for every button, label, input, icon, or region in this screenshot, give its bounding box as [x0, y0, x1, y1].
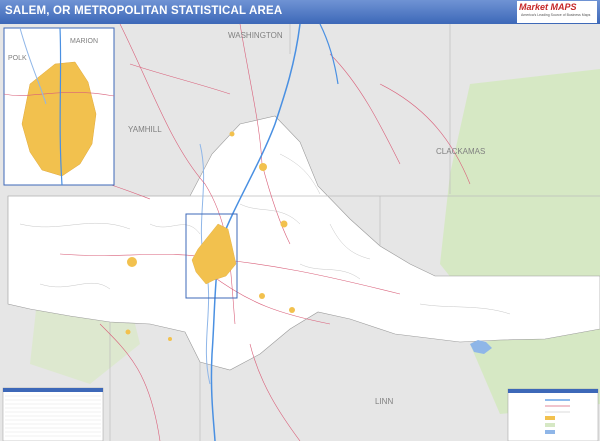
- town-independence: [168, 337, 172, 341]
- town-dallas: [127, 257, 137, 267]
- header-bar: SALEM, OR METROPOLITAN STATISTICAL AREA …: [0, 0, 600, 24]
- county-label-linn: LINN: [375, 397, 393, 406]
- legend-water-swatch: [545, 430, 555, 434]
- legend-header: [508, 389, 598, 393]
- town-woodburn: [259, 163, 267, 171]
- map-legend: [507, 388, 599, 441]
- city-index-table: [2, 387, 104, 441]
- legend-urban-swatch: [545, 416, 555, 420]
- legend-forest-swatch: [545, 423, 555, 427]
- town-silverton: [280, 220, 288, 228]
- market-maps-logo: Market MAPS America's Leading Source of …: [517, 1, 597, 23]
- town-aumsville: [289, 307, 295, 313]
- logo-tagline: America's Leading Source of Business Map…: [521, 13, 591, 17]
- map-title: SALEM, OR METROPOLITAN STATISTICAL AREA: [5, 5, 283, 17]
- county-label-clackamas: CLACKAMAS: [436, 147, 485, 156]
- town-monmouth: [125, 329, 131, 335]
- town-aurora: [229, 131, 235, 137]
- inset-label-polk: POLK: [8, 55, 27, 62]
- inset-label-marion: MARION: [70, 38, 98, 45]
- map-canvas: WASHINGTON YAMHILL CLACKAMAS LINN MARION…: [0, 24, 600, 441]
- county-label-yamhill: YAMHILL: [128, 125, 162, 134]
- index-table-header: [3, 388, 103, 392]
- town-stayton: [259, 293, 265, 299]
- salem-detail-inset: MARION POLK: [3, 27, 115, 186]
- map-poster: SALEM, OR METROPOLITAN STATISTICAL AREA …: [0, 0, 600, 441]
- logo-brand: Market MAPS: [519, 2, 577, 12]
- county-label-washington: WASHINGTON: [228, 31, 283, 40]
